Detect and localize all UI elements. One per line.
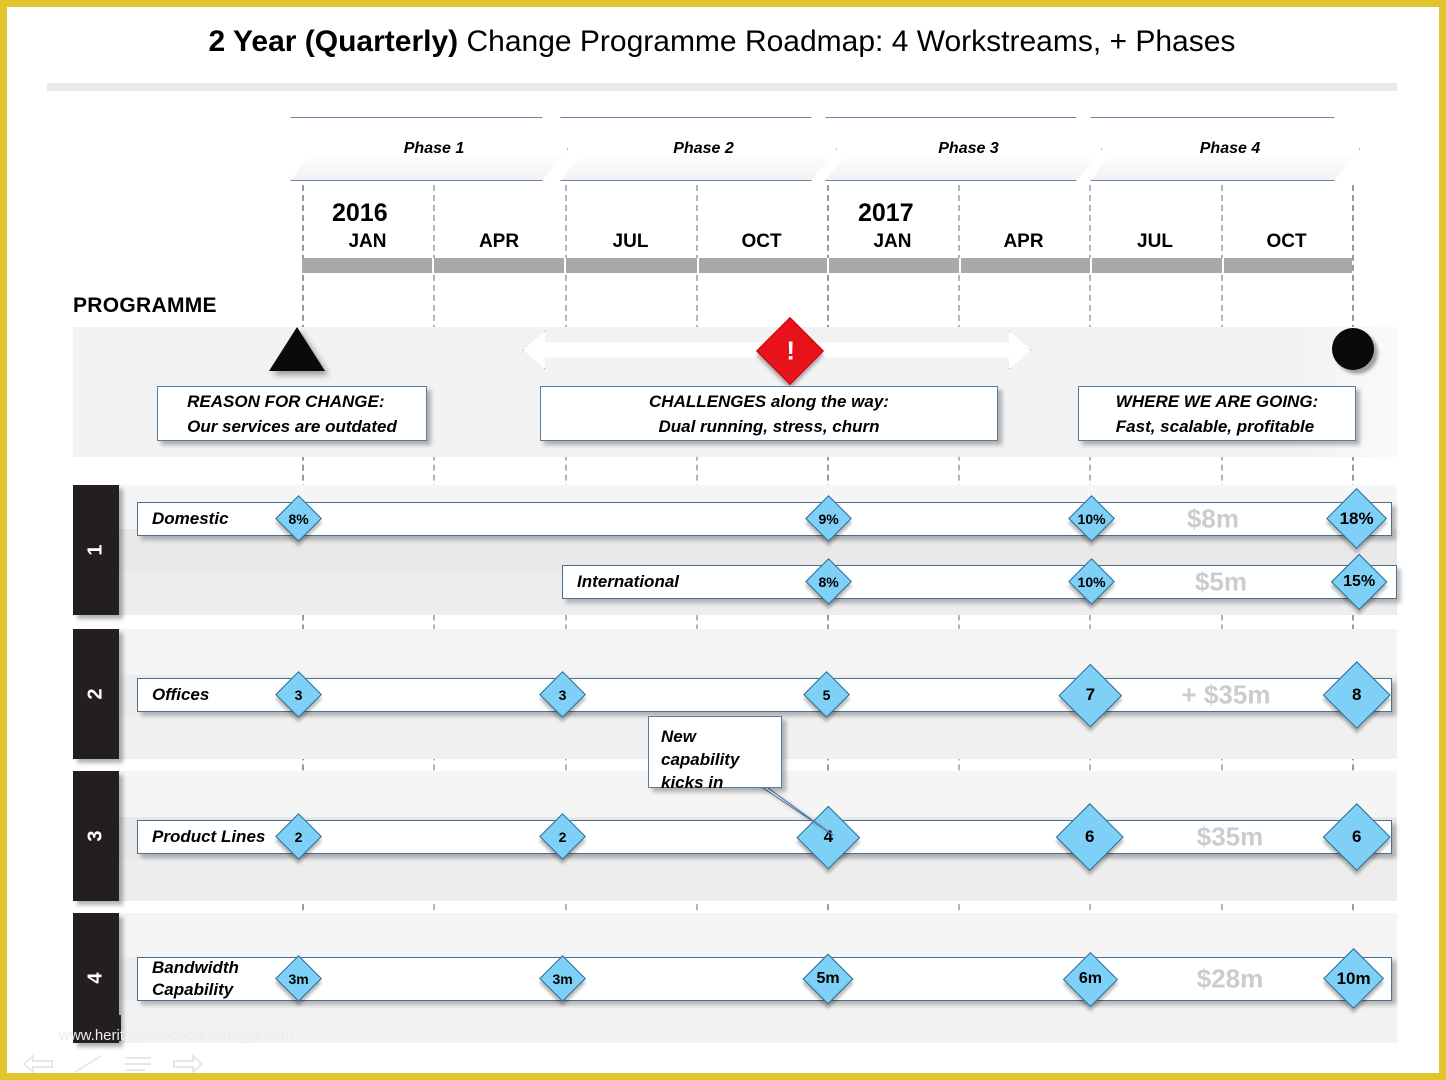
callout-line-2: capability <box>661 750 740 769</box>
year-label-2017: 2017 <box>858 199 914 227</box>
month-label-2: JUL <box>612 231 649 252</box>
new-capability-callout: New capability kicks in <box>648 716 782 792</box>
bar-total-value: $28m <box>1196 963 1264 994</box>
milestone-value: 5m <box>816 970 840 987</box>
bar-total-value: + $35m <box>1181 679 1271 710</box>
bar-total-value: $5m <box>1194 566 1248 597</box>
phase-label: Phase 3 <box>938 140 999 157</box>
band-stripe-2 <box>119 859 1397 901</box>
workstream-bar[interactable]: Bandwidth Capability $28m <box>137 957 1392 1001</box>
circle-milestone <box>1332 328 1374 370</box>
milestone-value: 3 <box>559 686 567 703</box>
phase-banner-1[interactable]: Phase 1 <box>290 117 568 181</box>
phase-label: Phase 2 <box>673 140 734 157</box>
bar-label-line-1: Offices <box>152 685 210 704</box>
bar-label-line-1: Bandwidth <box>152 958 239 977</box>
challenges-line-1: CHALLENGES along the way: <box>649 391 889 411</box>
bar-label-line-1: International <box>577 572 680 591</box>
phase-banner-4[interactable]: Phase 4 <box>1090 117 1360 181</box>
challenges-line-2: Dual running, stress, churn <box>658 416 880 436</box>
back-arrow-icon[interactable] <box>21 1053 55 1075</box>
exclamation-symbol: ! <box>786 335 796 366</box>
bar-label-line-2: Capability <box>152 980 234 999</box>
workstream-number: 3 <box>84 830 107 842</box>
phase-banner-3[interactable]: Phase 3 <box>825 117 1102 181</box>
milestone-value: 5 <box>823 686 831 703</box>
title-divider <box>47 83 1397 91</box>
month-label-3: OCT <box>741 231 782 252</box>
milestone-value: 18% <box>1339 508 1374 528</box>
bar-label: Product Lines <box>152 826 265 848</box>
milestone-value: 2 <box>559 828 567 845</box>
workstream-bar[interactable]: International $5m <box>562 565 1397 599</box>
workstream-tab-3[interactable]: 3 <box>73 771 119 901</box>
milestone-value: 6 <box>1352 826 1362 846</box>
forward-arrow-icon[interactable] <box>171 1053 205 1075</box>
reason-for-change-box: REASON FOR CHANGE: Our services are outd… <box>157 386 427 441</box>
bar-label-line-1: Product Lines <box>152 827 266 846</box>
milestone-value: 6 <box>1085 826 1095 846</box>
workstream-bar[interactable]: Domestic $8m <box>137 502 1392 536</box>
bar-total-value: $35m <box>1196 821 1264 852</box>
milestone-value: 3m <box>552 970 574 987</box>
milestone-value: 8 <box>1352 684 1362 704</box>
lines-icon[interactable] <box>121 1053 155 1075</box>
bar-label: Bandwidth Capability <box>152 957 239 1001</box>
milestone-value: 15% <box>1342 572 1375 590</box>
workstream-number: 2 <box>84 688 107 700</box>
phase-banner-2[interactable]: Phase 2 <box>560 117 837 181</box>
milestone-value: 10m <box>1336 968 1371 988</box>
band-stripe-2 <box>119 1001 1397 1043</box>
bar-label-line-1: Domestic <box>152 509 229 528</box>
workstream-number: 4 <box>84 972 107 984</box>
milestone-value: 10% <box>1077 510 1106 527</box>
bar-label: Offices <box>152 684 209 706</box>
page-title-bold: 2 Year (Quarterly) <box>208 25 459 58</box>
callout-line-1: New <box>661 727 696 746</box>
workstream-tab-2[interactable]: 2 <box>73 629 119 759</box>
milestone-value: 8% <box>818 573 840 590</box>
reason-line-2: Our services are outdated <box>187 416 397 436</box>
triangle-milestone <box>269 327 325 371</box>
milestone-value: 2 <box>295 828 303 845</box>
month-label-0: JAN <box>348 231 387 252</box>
month-label-7: OCT <box>1266 231 1307 252</box>
milestone-value: 6m <box>1078 969 1102 987</box>
month-label-5: APR <box>1003 231 1044 252</box>
page-title: 2 Year (Quarterly) Change Programme Road… <box>47 25 1397 59</box>
workstream-tab-1[interactable]: 1 <box>73 485 119 615</box>
callout-line-3: kicks in <box>661 773 724 792</box>
watermark-text: www.heritagedmotionhotmage.com <box>59 1027 294 1044</box>
timeline-bar <box>302 258 1352 273</box>
destination-line-1: WHERE WE ARE GOING: <box>1115 391 1319 411</box>
bar-total-value: $8m <box>1186 503 1240 534</box>
phase-label: Phase 4 <box>1199 140 1261 157</box>
phase-label: Phase 1 <box>403 140 465 157</box>
pen-icon[interactable] <box>71 1053 105 1075</box>
milestone-value: 7 <box>1085 684 1095 704</box>
roadmap-slide: 2 Year (Quarterly) Change Programme Road… <box>0 0 1446 1080</box>
band-stripe-0 <box>119 913 1397 957</box>
page-title-rest: Change Programme Roadmap: 4 Workstreams,… <box>458 25 1236 58</box>
programme-heading: PROGRAMME <box>73 294 217 317</box>
destination-line-2: Fast, scalable, profitable <box>1115 416 1315 436</box>
month-label-6: JUL <box>1137 231 1173 252</box>
milestone-value: 3 <box>295 686 303 703</box>
footer-icon-group <box>21 1053 205 1075</box>
reason-line-1: REASON FOR CHANGE: <box>187 391 385 411</box>
year-label-2016: 2016 <box>332 199 388 227</box>
where-we-are-going-box: WHERE WE ARE GOING: Fast, scalable, prof… <box>1078 386 1356 441</box>
milestone-value: 8% <box>288 510 310 527</box>
band-stripe-0 <box>119 629 1397 675</box>
month-label-4: JAN <box>873 231 912 252</box>
month-label-1: APR <box>478 231 520 252</box>
milestone-value: 10% <box>1077 573 1106 590</box>
milestone-value: 9% <box>818 510 840 527</box>
workstream-number: 1 <box>84 544 107 556</box>
bar-label: International <box>577 571 679 593</box>
milestone-value: 3m <box>288 970 310 987</box>
bar-label: Domestic <box>152 508 229 530</box>
challenges-box: CHALLENGES along the way: Dual running, … <box>540 386 998 441</box>
